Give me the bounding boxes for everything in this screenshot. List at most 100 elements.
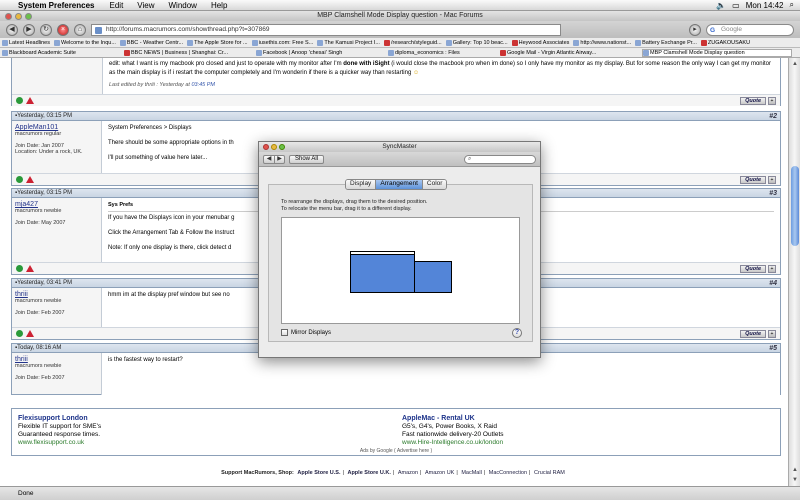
scroll-up-icon[interactable]: ▲ — [791, 60, 799, 68]
ad-left[interactable]: Flexisupport London Flexible IT support … — [18, 415, 101, 447]
go-icon[interactable]: ▸ — [689, 23, 701, 36]
bookmark[interactable]: iusethis.com: Free S... — [251, 39, 313, 46]
battery-icon[interactable]: ▭ — [732, 1, 740, 10]
footer-link[interactable]: Apple Store U.S. — [295, 470, 342, 476]
ads-by-google[interactable]: Ads by Google ( Advertise here ) — [12, 448, 780, 454]
quote-button[interactable]: Quote — [740, 96, 766, 105]
tab-item[interactable]: BBC NEWS | Business | Shanghai: Cr... — [124, 49, 254, 56]
bookmark[interactable]: http://www.nationst... — [573, 39, 631, 46]
tab-item[interactable]: Facebook | Anoop 'chesai' Singh — [256, 49, 386, 56]
tab-item[interactable]: Google Mail - Virgin Atlantic Airway... — [500, 49, 640, 56]
menu-edit[interactable]: Edit — [103, 1, 131, 10]
post-number[interactable]: #3 — [769, 190, 777, 197]
site-footer: Support MacRumors, Shop: Apple Store U.S… — [221, 470, 567, 476]
secondary-display[interactable] — [414, 261, 452, 293]
minimize-icon[interactable] — [271, 144, 277, 150]
search-input[interactable]: G Google — [706, 23, 794, 36]
bookmark[interactable]: ZUGAKOUSAKU — [700, 39, 750, 46]
footer-link[interactable]: Amazon — [396, 470, 420, 476]
minimize-icon[interactable] — [15, 13, 22, 20]
report-icon[interactable] — [26, 176, 34, 183]
volume-icon[interactable]: 🔈 — [716, 1, 726, 10]
post-number[interactable]: #2 — [769, 113, 777, 120]
page-scrollbar[interactable]: ▲ ▲ ▼ — [788, 58, 800, 486]
menu-app-name[interactable]: System Preferences — [14, 1, 103, 10]
dialog-titlebar[interactable]: SyncMaster — [259, 142, 540, 152]
post-number[interactable]: #5 — [769, 345, 777, 352]
footer-link[interactable]: Crucial RAM — [532, 470, 567, 476]
zoom-icon[interactable] — [25, 13, 32, 20]
bookmark[interactable]: Gallery: Top 10 beac... — [445, 39, 508, 46]
tab-item[interactable]: Blackboard Academic Suite — [2, 49, 122, 56]
footer-link[interactable]: MacMall — [459, 470, 483, 476]
ad-url[interactable]: www.flexisupport.co.uk — [18, 439, 101, 447]
quote-button[interactable]: Quote — [740, 175, 766, 184]
tab-item[interactable]: diploma_economics : Files — [388, 49, 498, 56]
scroll-thumb[interactable] — [791, 166, 799, 246]
close-icon[interactable] — [263, 144, 269, 150]
spotlight-icon[interactable]: ⌕ — [790, 0, 794, 10]
back-icon[interactable]: ◀ — [6, 23, 18, 36]
back-icon[interactable]: ◀ — [264, 156, 274, 163]
tab-color[interactable]: Color — [421, 180, 447, 189]
search-icon: ⌕ — [468, 155, 472, 162]
tab-item-active[interactable]: MBP Clamshell Mode Display question — [642, 48, 792, 57]
scroll-up-icon[interactable]: ▲ — [791, 466, 799, 474]
quote-button[interactable]: Quote — [740, 329, 766, 338]
bookmark[interactable]: BBC - Weather Centr... — [119, 39, 183, 46]
reload-icon[interactable]: ↻ — [40, 23, 52, 36]
tab-display[interactable]: Display — [346, 180, 376, 189]
footer-link[interactable]: Apple Store U.K. — [345, 470, 392, 476]
bookmark[interactable]: The Apple Store for ... — [187, 39, 248, 46]
pref-search-input[interactable]: ⌕ — [464, 154, 536, 164]
author-name[interactable]: AppleMan101 — [15, 124, 98, 131]
bookmark[interactable]: Battery Exchange Pr... — [635, 39, 697, 46]
report-icon[interactable] — [26, 97, 34, 104]
ad-url[interactable]: www.Hire-Intelligence.co.uk/london — [402, 439, 504, 447]
back-forward-control: ◀ ▶ — [263, 154, 285, 164]
author-name[interactable]: thriii — [15, 356, 98, 363]
favicon-icon — [95, 26, 102, 34]
forward-icon[interactable]: ▶ — [23, 23, 35, 36]
multiquote-icon[interactable]: + — [768, 175, 776, 184]
ad-right[interactable]: AppleMac - Rental UK G5's, G4's, Power B… — [402, 415, 504, 447]
ad-title[interactable]: AppleMac - Rental UK — [402, 415, 504, 423]
bookmark[interactable]: /research/styleguid... — [383, 39, 442, 46]
quote-button[interactable]: Quote — [740, 264, 766, 273]
multiquote-icon[interactable]: + — [768, 96, 776, 105]
menu-window[interactable]: Window — [162, 1, 204, 10]
bookmark[interactable]: Welcome to the Inqu... — [53, 39, 116, 46]
forward-icon[interactable]: ▶ — [274, 155, 284, 163]
post-number[interactable]: #4 — [769, 280, 777, 287]
post-text: is the fastest way to restart? — [102, 353, 780, 395]
mirror-displays-checkbox[interactable] — [281, 329, 288, 336]
author-name[interactable]: mja427 — [15, 201, 98, 208]
multiquote-icon[interactable]: + — [768, 329, 776, 338]
tab-arrangement[interactable]: Arrangement — [375, 180, 422, 189]
zoom-icon[interactable] — [279, 144, 285, 150]
mirror-displays-option[interactable]: Mirror Displays — [281, 329, 331, 336]
menu-bar-handle[interactable] — [351, 252, 414, 255]
main-display[interactable] — [350, 251, 415, 293]
clock[interactable]: Mon 14:42 — [746, 1, 784, 10]
menu-view[interactable]: View — [130, 1, 161, 10]
report-icon[interactable] — [26, 330, 34, 337]
close-icon[interactable] — [5, 13, 12, 20]
show-all-button[interactable]: Show All — [289, 154, 325, 164]
scroll-down-icon[interactable]: ▼ — [791, 476, 799, 484]
footer-link[interactable]: Amazon UK — [423, 470, 456, 476]
tab-label: MBP Clamshell Mode Display question — [650, 49, 745, 56]
home-icon[interactable]: ⌂ — [74, 23, 86, 36]
author-name[interactable]: thriii — [15, 291, 98, 298]
multiquote-icon[interactable]: + — [768, 264, 776, 273]
help-button[interactable]: ? — [512, 328, 522, 338]
report-icon[interactable] — [26, 265, 34, 272]
menu-help[interactable]: Help — [204, 1, 234, 10]
bookmark[interactable]: Latest Headlines — [2, 39, 50, 46]
stop-icon[interactable]: × — [57, 23, 69, 36]
url-bar[interactable]: http://forums.macrumors.com/showthread.p… — [91, 23, 561, 36]
bookmark[interactable]: The Kamusi Project I... — [317, 39, 380, 46]
footer-link[interactable]: MacConnection — [487, 470, 529, 476]
bookmark[interactable]: Heywood Associates — [511, 39, 569, 46]
ad-title[interactable]: Flexisupport London — [18, 415, 101, 423]
